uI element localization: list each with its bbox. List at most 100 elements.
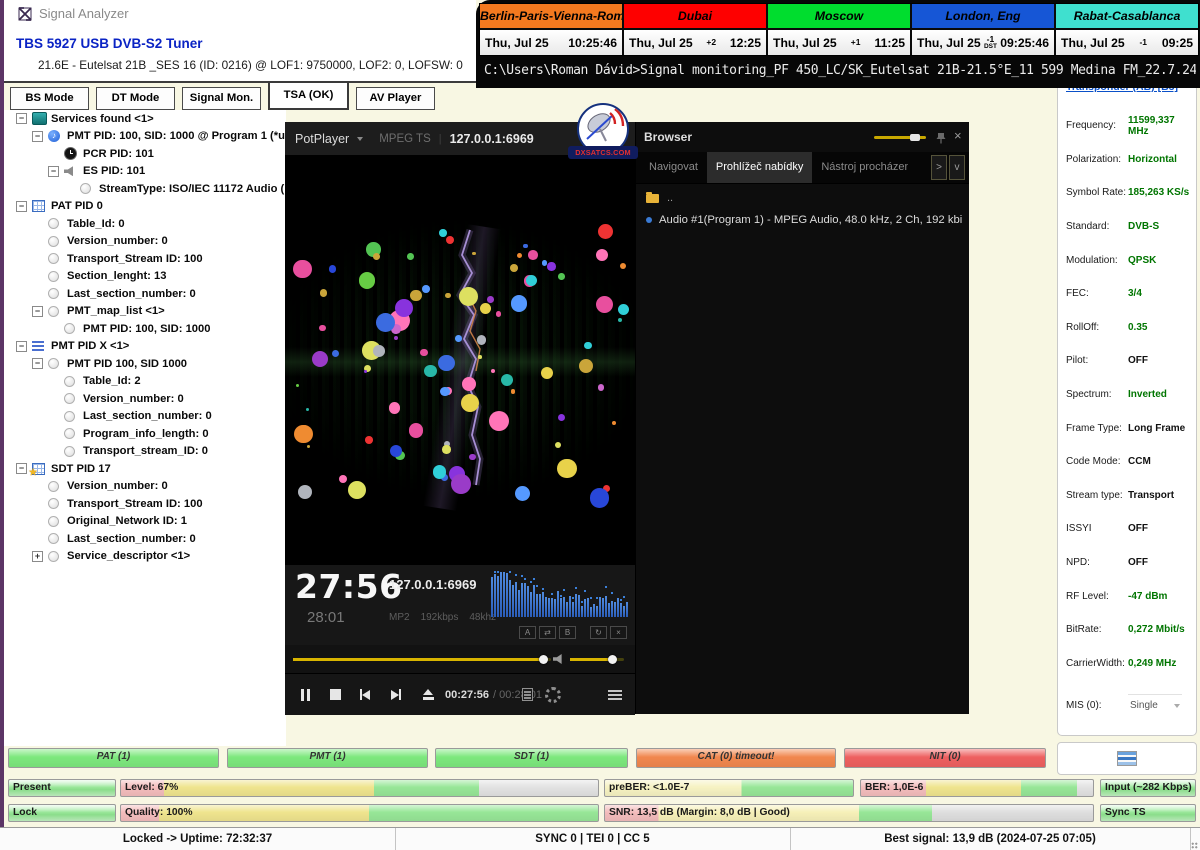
viz-dot xyxy=(312,351,328,367)
player-video-area[interactable] xyxy=(285,155,635,565)
tab-scroll-right-icon[interactable]: > xyxy=(931,155,947,180)
tree-item[interactable]: −ES PID: 101 xyxy=(4,163,286,181)
dot-glyph xyxy=(48,253,59,264)
player-app-name[interactable]: PotPlayer xyxy=(295,132,349,146)
tree-item[interactable]: Table_Id: 2 xyxy=(4,373,286,391)
tab-dt-mode[interactable]: DT Mode xyxy=(96,87,175,110)
playlist-button[interactable] xyxy=(515,674,539,715)
eject-button[interactable] xyxy=(416,674,440,715)
volume-bar[interactable] xyxy=(570,658,624,661)
tab-bs-mode[interactable]: BS Mode xyxy=(10,87,89,110)
mis-dropdown[interactable]: Single xyxy=(1128,694,1182,716)
collapse-icon[interactable]: − xyxy=(16,463,27,474)
spectrum-bar xyxy=(563,597,565,617)
tab-tsa-ok[interactable]: TSA (OK) xyxy=(268,81,349,110)
browser-title-bar[interactable]: Browser × xyxy=(636,122,969,152)
clock-time: 11:25 xyxy=(875,36,906,50)
param-label: CarrierWidth: xyxy=(1066,658,1128,669)
tree-item[interactable]: Transport_Stream ID: 100 xyxy=(4,495,286,513)
chevron-down-icon[interactable] xyxy=(357,137,363,141)
tree-item[interactable]: −PMT PID 100, SID 1000 xyxy=(4,355,286,373)
browser-tab-prohl-e-nab-dky[interactable]: Prohlížeč nabídky xyxy=(707,152,812,183)
tree-item[interactable]: PCR PID: 101 xyxy=(4,145,286,163)
collapse-icon[interactable]: − xyxy=(32,306,43,317)
ab-icon-1[interactable]: ⇄ xyxy=(539,626,556,639)
tree-item[interactable]: Last_section_number: 0 xyxy=(4,530,286,548)
ab-icon-4[interactable]: × xyxy=(610,626,627,639)
previous-button[interactable] xyxy=(353,674,377,715)
tree-item[interactable]: PMT PID: 100, SID: 1000 xyxy=(4,320,286,338)
tree-item[interactable]: StreamType: ISO/IEC 11172 Audio (MPEG-1)… xyxy=(4,180,286,198)
next-button[interactable] xyxy=(384,674,408,715)
tree-item[interactable]: −♪PMT PID: 100, SID: 1000 @ Program 1 (*… xyxy=(4,128,286,146)
menu-button[interactable] xyxy=(603,674,627,715)
tree-item[interactable]: Version_number: 0 xyxy=(4,390,286,408)
clock-city-name: Dubai xyxy=(624,4,766,30)
tree-item[interactable]: Section_lenght: 13 xyxy=(4,268,286,286)
ab-icon-3[interactable]: ↻ xyxy=(590,626,607,639)
collapse-icon[interactable]: − xyxy=(16,341,27,352)
tree-item[interactable]: −PMT_map_list <1> xyxy=(4,303,286,321)
volume-knob[interactable] xyxy=(608,655,617,664)
browser-tab-n-stroj-proch-zen-titulk[interactable]: Nástroj procházení titulků xyxy=(812,152,908,183)
resize-grip[interactable] xyxy=(1191,842,1198,849)
player-source: 127.0.0.1:6969 xyxy=(450,132,534,146)
tree-item[interactable]: Transport_stream_ID: 0 xyxy=(4,443,286,461)
clock-city-name: Moscow xyxy=(768,4,910,30)
tree-item[interactable]: Version_number: 0 xyxy=(4,478,286,496)
tree-item[interactable]: −SDT PID 17 xyxy=(4,460,286,478)
tree-item[interactable]: Original_Network ID: 1 xyxy=(4,513,286,531)
settings-button[interactable] xyxy=(541,674,565,715)
tree-item-label: Last_section_number: 0 xyxy=(67,288,196,300)
tree-item-label: Transport_stream_ID: 0 xyxy=(83,445,208,457)
spectrum-bar xyxy=(554,599,556,617)
bitrate: 192kbps xyxy=(421,612,459,623)
viz-dot xyxy=(439,229,447,237)
ab-icon-0[interactable]: A xyxy=(519,626,536,639)
tree-item[interactable]: Transport_Stream ID: 100 xyxy=(4,250,286,268)
tree-item-label: PMT PID X <1> xyxy=(51,340,129,352)
collapse-icon[interactable]: − xyxy=(16,113,27,124)
up-directory[interactable]: .. xyxy=(667,192,673,204)
layers-button[interactable] xyxy=(1057,742,1197,775)
audio-track-row[interactable]: Audio #1(Program 1) - MPEG Audio, 48.0 k… xyxy=(646,214,962,226)
viz-dot xyxy=(558,414,565,421)
clock-rabat-casablanca: Rabat-CasablancaThu, Jul 25-109:25 xyxy=(1056,4,1198,55)
close-icon[interactable]: × xyxy=(954,128,962,143)
seek-knob[interactable] xyxy=(539,655,548,664)
collapse-icon[interactable]: − xyxy=(32,131,43,142)
collapse-icon[interactable]: − xyxy=(48,166,59,177)
browser-tab-navigovat[interactable]: Navigovat xyxy=(640,152,707,183)
tab-list-icon[interactable]: v xyxy=(949,155,965,180)
expand-icon[interactable]: + xyxy=(32,551,43,562)
tree-item[interactable]: +Service_descriptor <1> xyxy=(4,548,286,566)
speaker-icon xyxy=(64,165,79,178)
tree-item[interactable]: Version_number: 0 xyxy=(4,233,286,251)
tab-av-player[interactable]: AV Player xyxy=(356,87,435,110)
folder-up-row[interactable]: .. xyxy=(646,192,673,204)
dot-icon xyxy=(48,550,63,563)
stop-button[interactable] xyxy=(323,674,347,715)
collapse-icon[interactable]: − xyxy=(16,201,27,212)
codec-info: MP2 192kbps 48khz xyxy=(389,612,496,623)
slider-knob[interactable] xyxy=(910,134,920,141)
tree-item[interactable]: Table_Id: 0 xyxy=(4,215,286,233)
tree-item-label: PMT PID: 100, SID: 1000 @ Program 1 (*un… xyxy=(67,130,286,142)
ab-icon-2[interactable]: B xyxy=(559,626,576,639)
seek-bar[interactable] xyxy=(293,658,551,661)
tree-item[interactable]: −PAT PID 0 xyxy=(4,198,286,216)
speaker-icon[interactable] xyxy=(553,654,565,664)
pause-button[interactable] xyxy=(293,674,317,715)
pin-icon[interactable] xyxy=(936,131,946,149)
spectrum-bar xyxy=(527,586,529,617)
tree-item[interactable]: −Services found <1> xyxy=(4,110,286,128)
tree-item[interactable]: Last_section_number: 0 xyxy=(4,285,286,303)
collapse-icon[interactable]: − xyxy=(32,358,43,369)
tab-signal-mon[interactable]: Signal Mon. xyxy=(182,87,261,110)
tree-item[interactable]: − PMT PID X <1> xyxy=(4,338,286,356)
stream-url: 127.0.0.1:6969 xyxy=(389,577,476,592)
prev-icon xyxy=(362,690,370,700)
tree-item[interactable]: Last_section_number: 0 xyxy=(4,408,286,426)
tree-item[interactable]: Program_info_length: 0 xyxy=(4,425,286,443)
browser-opacity-slider[interactable] xyxy=(874,136,926,139)
